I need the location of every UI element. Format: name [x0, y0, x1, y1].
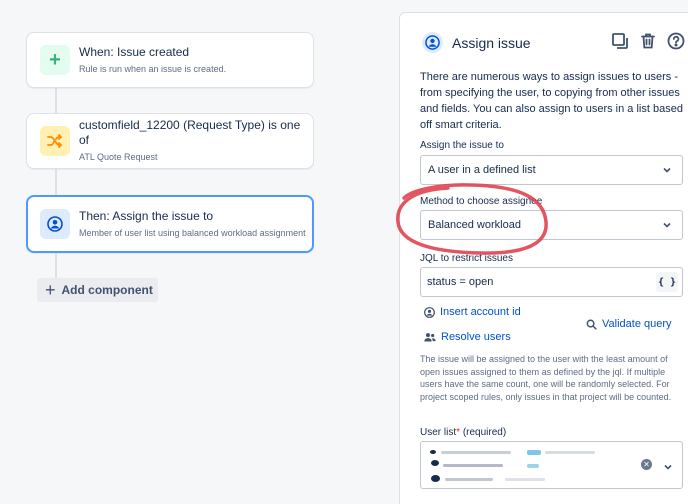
- balanced-workload-note: The issue will be assigned to the user w…: [420, 354, 672, 402]
- panel-header-actions: [610, 31, 686, 51]
- redacted-avatar: [431, 475, 440, 482]
- people-icon: [424, 332, 436, 343]
- condition-title: customfield_12200 (Request Type) is one …: [79, 118, 301, 147]
- flow-connector: [55, 252, 57, 278]
- chevron-down-icon[interactable]: [663, 459, 673, 477]
- required-star: *: [456, 427, 461, 438]
- plus-icon: +: [40, 45, 70, 75]
- plus-icon: +: [45, 280, 56, 300]
- action-card[interactable]: Then: Assign the issue to Member of user…: [26, 195, 314, 253]
- user-list-required-text: (required): [462, 427, 507, 438]
- user-avatar-icon: [40, 209, 70, 239]
- validate-query-link[interactable]: Validate query: [586, 318, 672, 330]
- redacted-user: [505, 478, 545, 481]
- jql-label: JQL to restrict issues: [420, 253, 513, 264]
- user-list-picker[interactable]: ✕: [420, 441, 683, 489]
- resolve-users-label: Resolve users: [441, 331, 511, 343]
- search-icon: [586, 319, 597, 330]
- trash-icon[interactable]: [638, 31, 658, 51]
- insert-account-id-link[interactable]: Insert account id: [424, 306, 521, 318]
- jql-input[interactable]: status = open { }: [420, 267, 683, 297]
- add-component-label: Add component: [61, 283, 153, 297]
- condition-card[interactable]: customfield_12200 (Request Type) is one …: [26, 113, 314, 169]
- redacted-avatar: [431, 460, 439, 466]
- insert-account-id-label: Insert account id: [440, 306, 521, 318]
- rule-flow: + When: Issue created Rule is run when a…: [0, 0, 392, 504]
- chevron-down-icon: [662, 220, 672, 233]
- user-icon: [424, 306, 435, 318]
- redacted-user: [441, 451, 511, 454]
- assign-label: Assign the issue to: [420, 140, 504, 151]
- shuffle-icon: [40, 126, 70, 156]
- assign-select-value: A user in a defined list: [428, 164, 536, 176]
- user-avatar-icon: [422, 32, 443, 53]
- jql-input-value: status = open: [427, 276, 494, 288]
- condition-subtitle: ATL Quote Request: [79, 152, 158, 162]
- assign-issue-panel: Assign issue There are numerous ways to …: [399, 12, 688, 504]
- smart-value-braces-button[interactable]: { }: [656, 272, 678, 292]
- redacted-user: [445, 478, 493, 481]
- redacted-avatar: [430, 450, 436, 454]
- action-title: Then: Assign the issue to: [79, 208, 214, 223]
- chevron-down-icon: [662, 165, 672, 178]
- panel-header: Assign issue: [422, 32, 531, 53]
- help-icon[interactable]: [666, 31, 686, 51]
- redacted-user: [527, 464, 539, 468]
- method-select[interactable]: Balanced workload: [420, 210, 683, 240]
- user-list-label-text: User list: [420, 427, 457, 438]
- validate-query-label: Validate query: [602, 318, 672, 330]
- clear-icon[interactable]: ✕: [641, 459, 652, 470]
- resolve-users-link[interactable]: Resolve users: [424, 331, 511, 343]
- duplicate-icon[interactable]: [610, 31, 630, 51]
- assign-select[interactable]: A user in a defined list: [420, 155, 683, 185]
- panel-title: Assign issue: [452, 34, 531, 51]
- flow-connector: [55, 88, 57, 114]
- trigger-card[interactable]: + When: Issue created Rule is run when a…: [26, 32, 314, 88]
- trigger-title: When: Issue created: [79, 44, 190, 59]
- redacted-user: [443, 464, 503, 467]
- panel-description: There are numerous ways to assign issues…: [420, 71, 683, 131]
- user-list-label: User list* (required): [420, 427, 506, 438]
- trigger-subtitle: Rule is run when an issue is created.: [79, 63, 227, 74]
- redacted-user: [545, 451, 595, 454]
- action-subtitle: Member of user list using balanced workl…: [79, 227, 306, 238]
- method-select-value: Balanced workload: [428, 219, 521, 231]
- add-component-button[interactable]: + Add component: [37, 278, 158, 302]
- flow-connector: [55, 169, 57, 195]
- method-label: Method to choose assignee: [420, 196, 543, 207]
- redacted-user: [527, 450, 541, 455]
